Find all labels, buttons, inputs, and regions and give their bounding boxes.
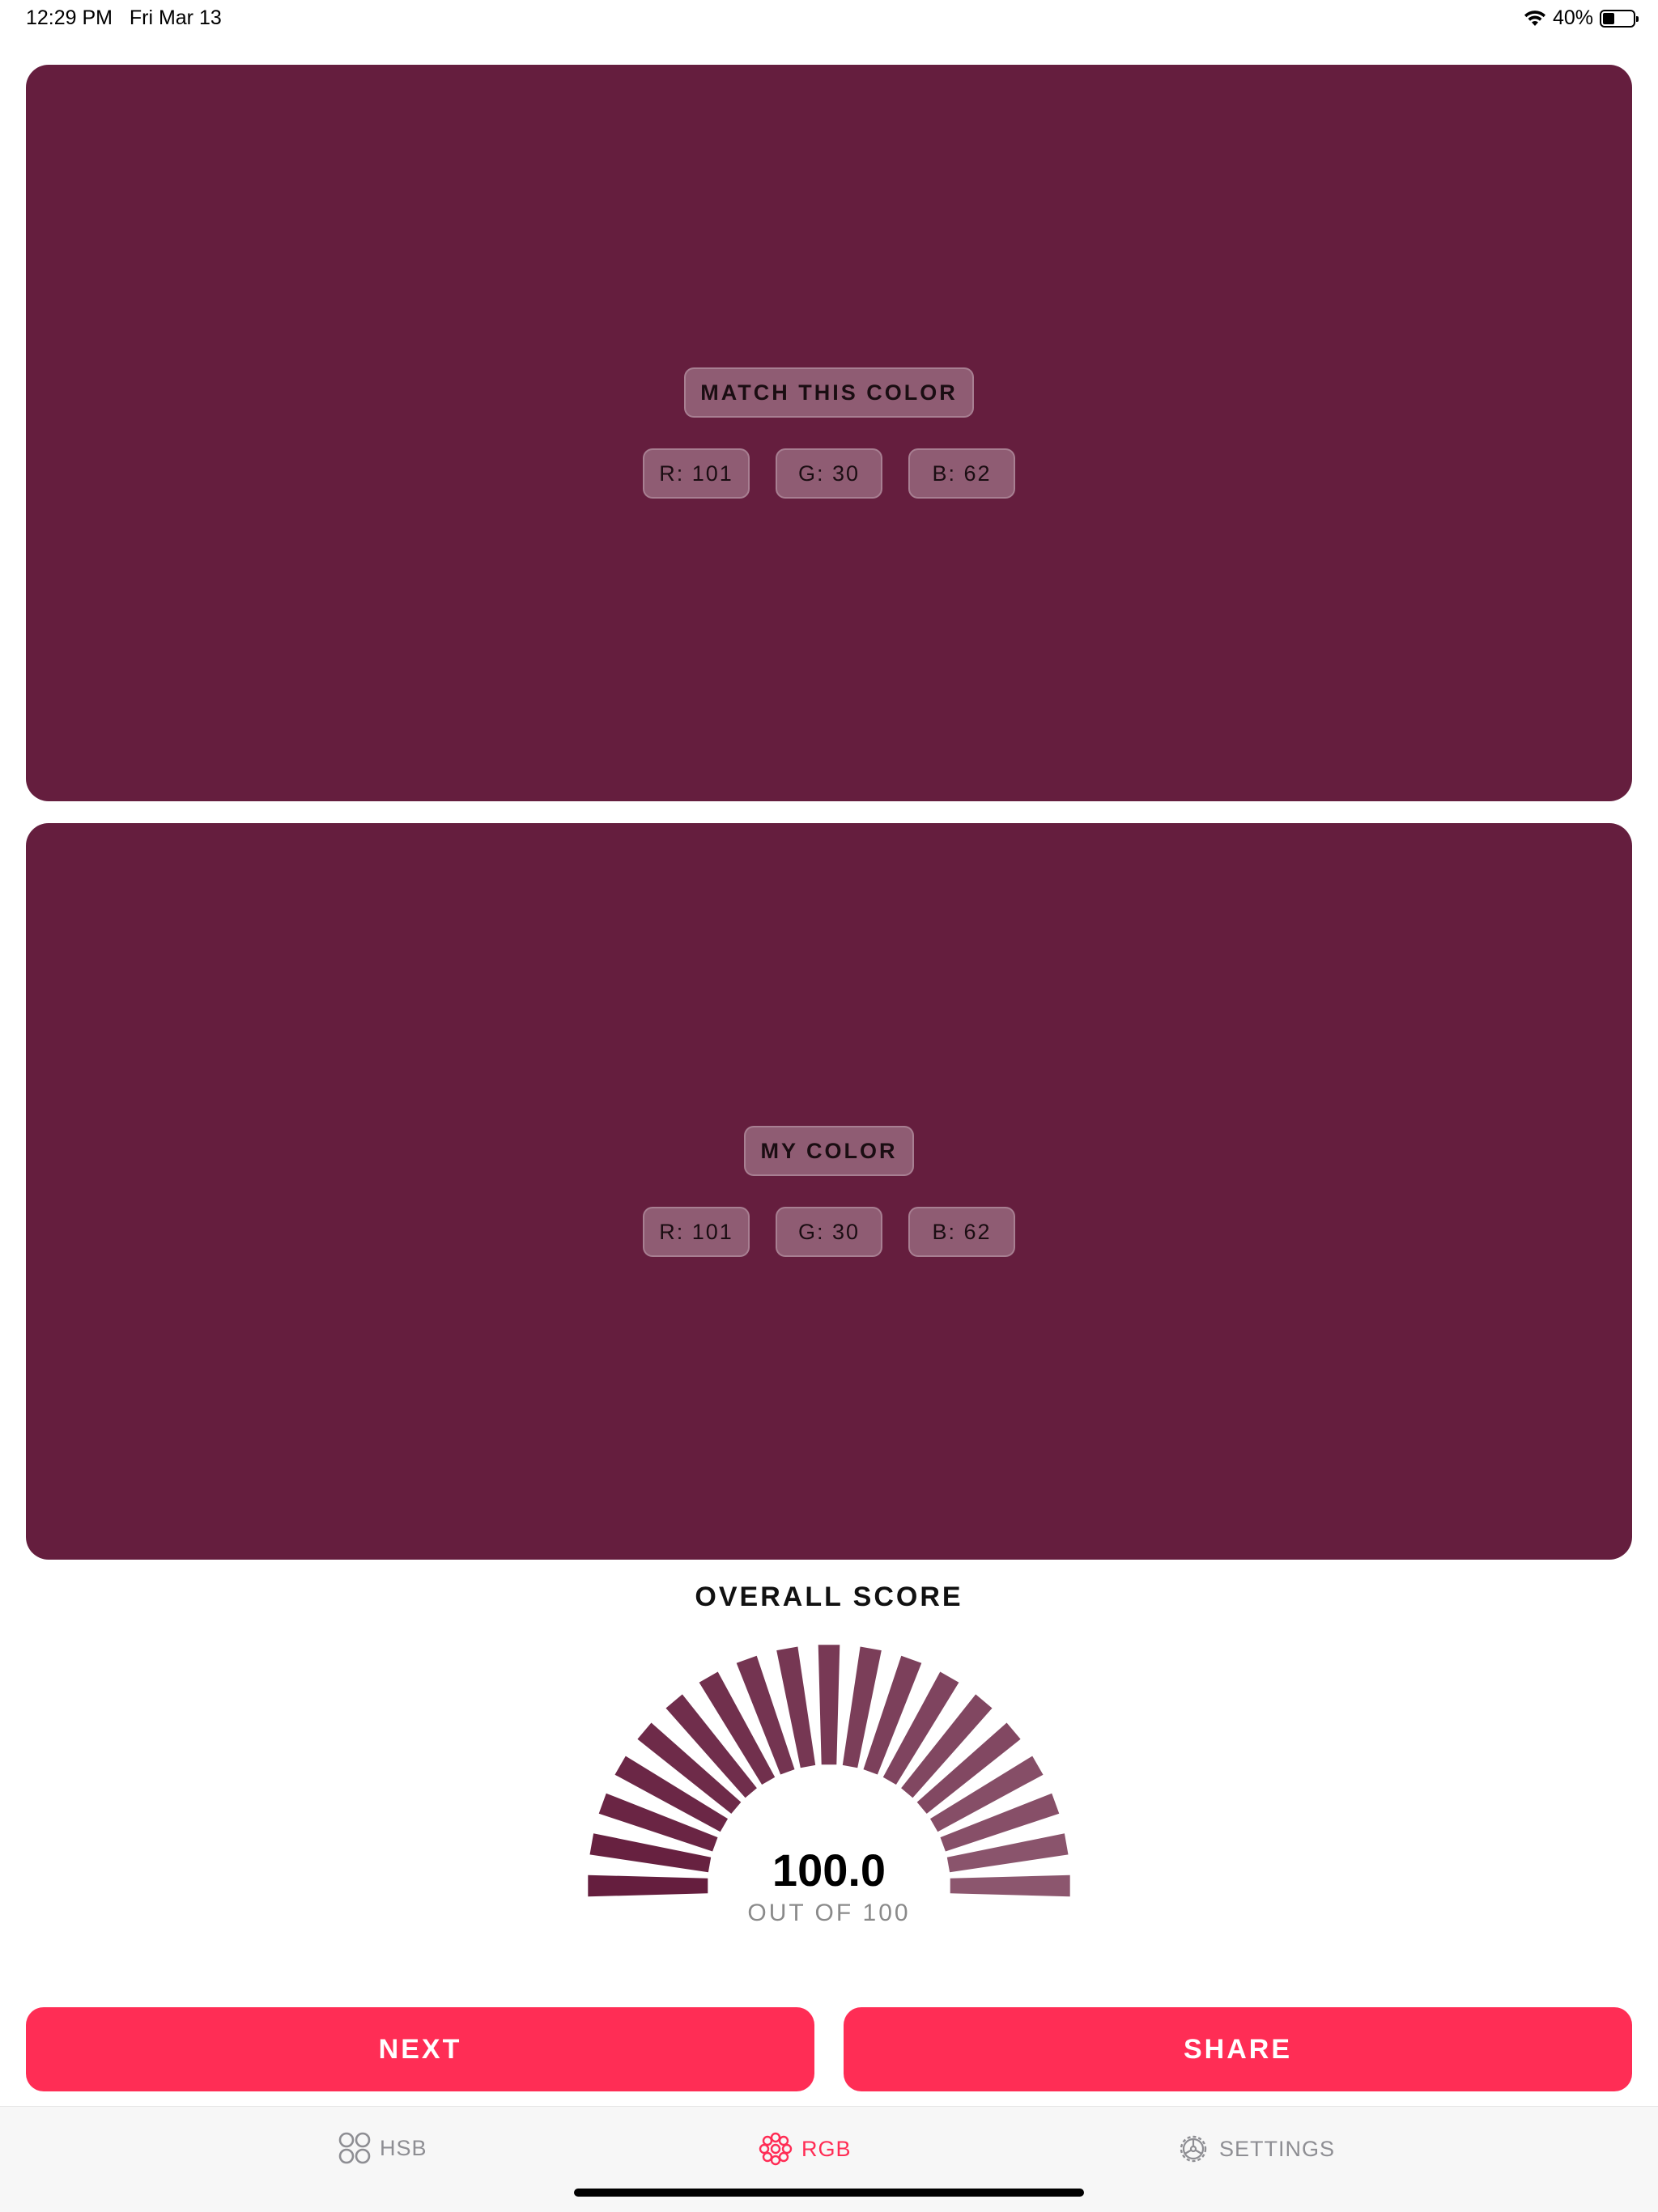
gauge-segment (818, 1645, 840, 1765)
tab-hsb-label: HSB (380, 2135, 427, 2160)
score-value: 100.0 (772, 1845, 886, 1896)
tab-rgb[interactable]: RGB (758, 2131, 852, 2167)
tab-hsb[interactable]: HSB (338, 2131, 427, 2165)
score-gauge (588, 1645, 1070, 1897)
four-circles-icon (338, 2132, 371, 2164)
home-indicator (574, 2189, 1084, 2197)
share-button[interactable]: SHARE (844, 2007, 1632, 2091)
tab-rgb-label: RGB (801, 2136, 852, 2161)
color-flower-icon (759, 2132, 793, 2166)
tab-settings-label: SETTINGS (1219, 2136, 1336, 2161)
tab-settings[interactable]: SETTINGS (1175, 2131, 1335, 2167)
next-button[interactable]: NEXT (26, 2007, 814, 2091)
score-subtitle: OUT OF 100 (747, 1900, 911, 1926)
gear-icon (1180, 2135, 1207, 2163)
